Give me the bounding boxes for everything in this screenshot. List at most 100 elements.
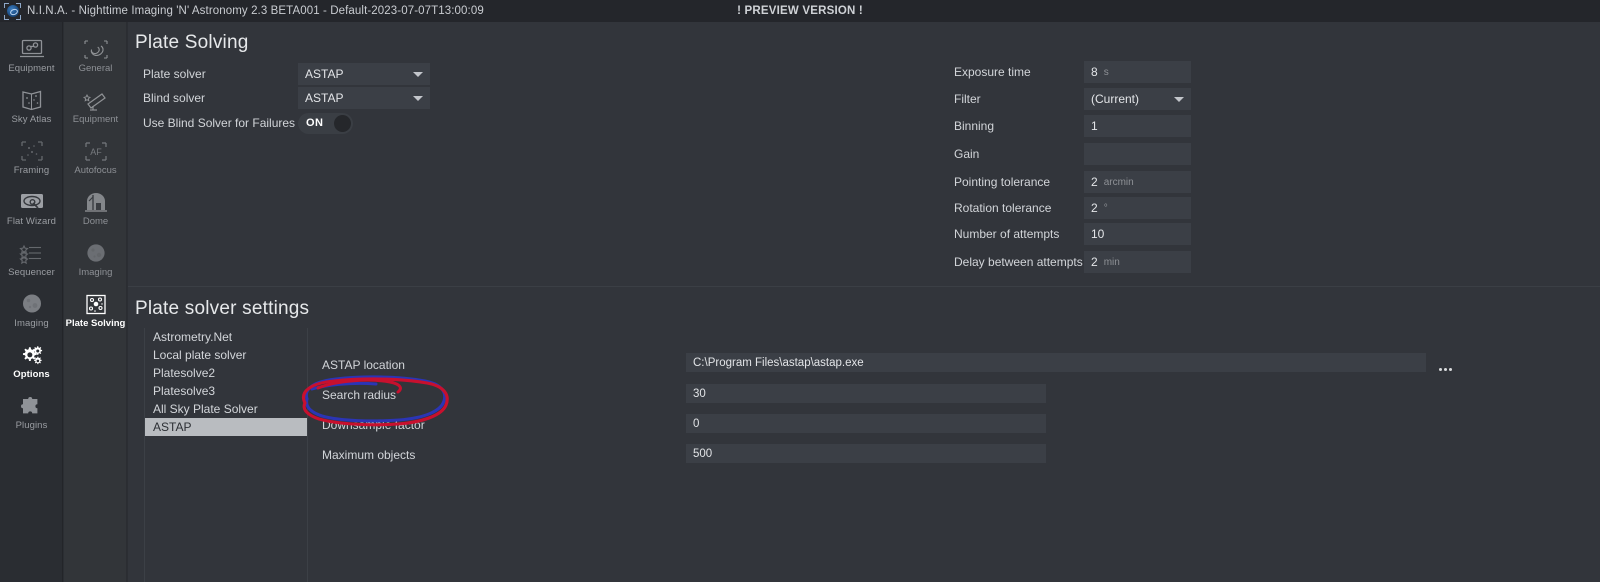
section-title-solver-settings: Plate solver settings bbox=[135, 298, 310, 319]
exposure-time-label: Exposure time bbox=[954, 65, 1031, 79]
browse-button[interactable] bbox=[1432, 353, 1458, 375]
chevron-down-icon bbox=[413, 96, 423, 101]
sidebar-item-label: Autofocus bbox=[74, 164, 117, 176]
maximum-objects-input[interactable]: 500 bbox=[686, 444, 1046, 463]
sequencer-icon bbox=[18, 241, 46, 265]
sidebar-item-sequencer[interactable]: Sequencer bbox=[0, 234, 63, 285]
plate-solver-settings-panel: Plate solver settings Astrometry.Net Loc… bbox=[128, 288, 1600, 582]
solver-name: Local plate solver bbox=[153, 348, 247, 362]
sidebar-item-equipment[interactable]: Equipment bbox=[64, 81, 127, 132]
sidebar-item-plugins[interactable]: Plugins bbox=[0, 387, 63, 438]
plate-solver-dropdown[interactable]: ASTAP bbox=[298, 63, 430, 85]
list-item[interactable]: Astrometry.Net bbox=[145, 328, 307, 346]
sidebar-item-equipment[interactable]: Equipment bbox=[0, 30, 63, 81]
filter-dropdown[interactable]: (Current) bbox=[1084, 88, 1191, 110]
pointing-tolerance-value: 2 bbox=[1091, 175, 1098, 189]
binning-label: Binning bbox=[954, 119, 995, 133]
field-row-search-radius: Search radius 30 bbox=[322, 384, 1592, 406]
primary-sidebar: Equipment Sky Atlas Framing Flat Wizard … bbox=[0, 22, 63, 582]
solver-list[interactable]: Astrometry.Net Local plate solver Plates… bbox=[144, 328, 308, 582]
list-item[interactable]: Platesolve3 bbox=[145, 382, 307, 400]
secondary-sidebar: General Equipment AF Autofocus Dome Imag… bbox=[64, 22, 127, 582]
downsample-factor-label: Downsample factor bbox=[322, 418, 425, 432]
astap-location-input[interactable]: C:\Program Files\astap\astap.exe bbox=[686, 353, 1426, 372]
form-row-filter: Filter (Current) bbox=[954, 87, 1191, 111]
form-row-binning: Binning 1 bbox=[954, 114, 1191, 138]
galaxy-icon bbox=[82, 38, 110, 61]
imaging-icon bbox=[18, 292, 46, 316]
list-item[interactable]: Platesolve2 bbox=[145, 364, 307, 382]
nina-logo-icon bbox=[4, 2, 21, 20]
exposure-time-input[interactable]: 8 s bbox=[1084, 61, 1191, 83]
blind-solver-value: ASTAP bbox=[305, 91, 344, 105]
ellipsis-icon bbox=[1448, 368, 1452, 371]
delay-between-attempts-label: Delay between attempts bbox=[954, 255, 1083, 269]
plate-solver-label: Plate solver bbox=[143, 67, 206, 81]
list-item[interactable]: Local plate solver bbox=[145, 346, 307, 364]
filter-label: Filter bbox=[954, 92, 981, 106]
sidebar-item-label: Plate Solving bbox=[65, 317, 126, 329]
search-radius-input[interactable]: 30 bbox=[686, 384, 1046, 403]
sidebar-item-plate-solving[interactable]: Plate Solving bbox=[64, 285, 127, 336]
sky-atlas-icon bbox=[18, 88, 46, 112]
sidebar-item-general[interactable]: General bbox=[64, 30, 127, 81]
plate-solving-icon bbox=[82, 293, 110, 316]
delay-between-attempts-input[interactable]: 2 min bbox=[1084, 251, 1191, 273]
delay-between-attempts-value: 2 bbox=[1091, 255, 1098, 269]
sidebar-item-label: Imaging bbox=[14, 318, 49, 329]
use-blind-solver-toggle[interactable]: ON bbox=[298, 112, 353, 134]
maximum-objects-value: 500 bbox=[693, 447, 713, 460]
page-title: Plate Solving bbox=[135, 32, 249, 53]
sidebar-item-framing[interactable]: Framing bbox=[0, 132, 63, 183]
sidebar-item-imaging[interactable]: Imaging bbox=[0, 285, 63, 336]
chevron-down-icon bbox=[1174, 97, 1184, 102]
toggle-state-label: ON bbox=[306, 117, 324, 129]
solver-name: Astrometry.Net bbox=[153, 330, 233, 344]
sidebar-item-autofocus[interactable]: AF Autofocus bbox=[64, 132, 127, 183]
downsample-factor-input[interactable]: 0 bbox=[686, 414, 1046, 433]
blind-solver-label: Blind solver bbox=[143, 91, 206, 105]
blind-solver-dropdown[interactable]: ASTAP bbox=[298, 87, 430, 109]
number-of-attempts-input[interactable]: 10 bbox=[1084, 223, 1191, 245]
sidebar-item-flat-wizard[interactable]: Flat Wizard bbox=[0, 183, 63, 234]
sidebar-item-options[interactable]: Options bbox=[0, 336, 63, 387]
form-row-pointing-tolerance: Pointing tolerance 2 arcmin bbox=[954, 170, 1191, 194]
ellipsis-icon bbox=[1438, 368, 1442, 371]
form-row-blind-solver: Blind solver ASTAP bbox=[143, 86, 453, 110]
pointing-tolerance-input[interactable]: 2 arcmin bbox=[1084, 171, 1191, 193]
sidebar-item-label: Sequencer bbox=[8, 267, 55, 278]
sidebar-item-sky-atlas[interactable]: Sky Atlas bbox=[0, 81, 63, 132]
list-item[interactable]: All Sky Plate Solver bbox=[145, 400, 307, 418]
nina-application-window: N.I.N.A. - Nighttime Imaging 'N' Astrono… bbox=[0, 0, 1600, 582]
delay-between-attempts-unit: min bbox=[1103, 256, 1120, 268]
exposure-time-unit: s bbox=[1103, 66, 1109, 78]
sidebar-item-label: Dome bbox=[82, 215, 109, 227]
astap-location-value: C:\Program Files\astap\astap.exe bbox=[693, 356, 864, 369]
sidebar-item-dome[interactable]: Dome bbox=[64, 183, 127, 234]
toggle-knob bbox=[334, 114, 351, 132]
gear-icon bbox=[18, 343, 46, 367]
binning-input[interactable]: 1 bbox=[1084, 115, 1191, 137]
dome-icon bbox=[82, 191, 110, 214]
rotation-tolerance-unit: ° bbox=[1103, 202, 1108, 214]
gain-input[interactable] bbox=[1084, 143, 1191, 165]
main-content: Plate Solving Plate solver ASTAP Blind s… bbox=[128, 22, 1600, 582]
rotation-tolerance-input[interactable]: 2 ° bbox=[1084, 197, 1191, 219]
sidebar-item-label: General bbox=[78, 62, 113, 74]
sidebar-item-imaging[interactable]: Imaging bbox=[64, 234, 127, 285]
sidebar-item-label: Plugins bbox=[15, 420, 48, 431]
search-radius-label: Search radius bbox=[322, 388, 397, 402]
form-row-exposure-time: Exposure time 8 s bbox=[954, 60, 1191, 84]
list-item-selected[interactable]: ASTAP bbox=[145, 418, 307, 436]
binning-value: 1 bbox=[1091, 119, 1098, 133]
sidebar-item-label: Framing bbox=[13, 165, 50, 176]
plate-solving-panel: Plate Solving Plate solver ASTAP Blind s… bbox=[128, 22, 1600, 287]
solver-name: ASTAP bbox=[153, 420, 192, 434]
pointing-tolerance-unit: arcmin bbox=[1103, 176, 1134, 188]
form-row-gain: Gain bbox=[954, 142, 1191, 166]
rotation-tolerance-value: 2 bbox=[1091, 201, 1098, 215]
equipment-icon bbox=[18, 37, 46, 61]
sidebar-item-label: Flat Wizard bbox=[6, 216, 57, 227]
moon-icon bbox=[82, 242, 110, 265]
maximum-objects-label: Maximum objects bbox=[322, 448, 416, 462]
